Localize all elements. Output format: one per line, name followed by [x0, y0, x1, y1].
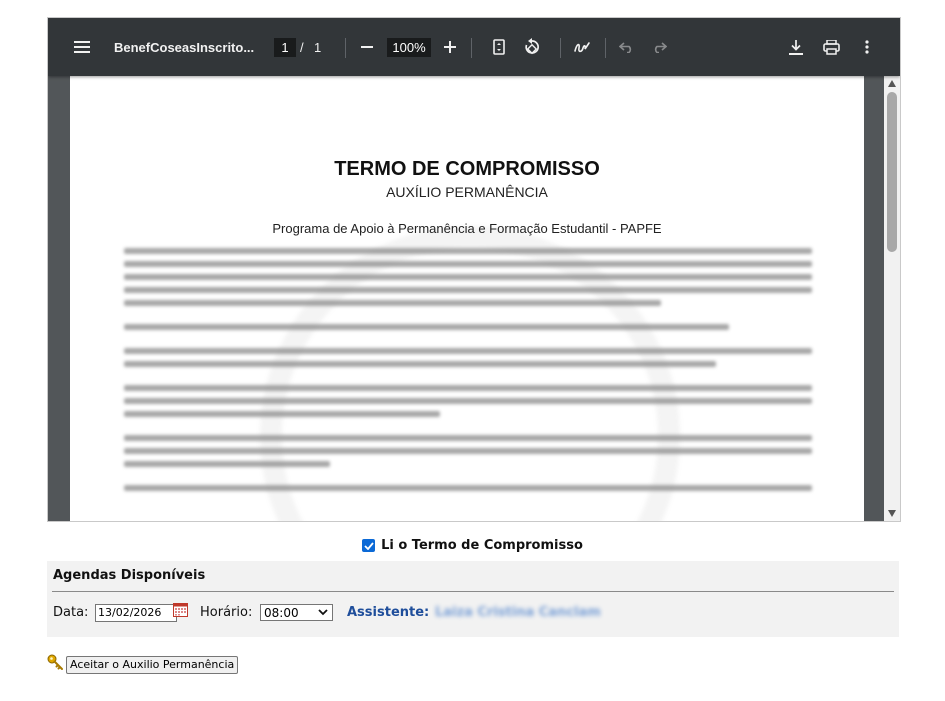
fit-page-icon[interactable] [489, 18, 509, 76]
page-separator: / [300, 39, 304, 55]
time-select-value: 08:00 [264, 606, 299, 620]
document-body-blurred [124, 248, 812, 518]
time-label: Horário: [200, 605, 253, 620]
draw-icon[interactable] [571, 18, 593, 76]
page-number-input[interactable]: 1 [274, 38, 296, 57]
zoom-input[interactable]: 100% [387, 38, 431, 57]
chevron-down-icon [318, 609, 328, 616]
pdf-page: TERMO DE COMPROMISSO AUXÍLIO PERMANÊNCIA… [70, 76, 864, 521]
date-label: Data: [53, 605, 89, 620]
toolbar-divider [345, 38, 346, 58]
download-icon[interactable] [785, 18, 807, 76]
toolbar-divider [605, 38, 606, 58]
time-select[interactable]: 08:00 [260, 604, 333, 621]
undo-icon[interactable] [617, 18, 637, 76]
page-total: 1 [314, 39, 322, 55]
scroll-thumb[interactable] [887, 92, 897, 252]
agendas-title: Agendas Disponíveis [53, 568, 206, 583]
checkmark-icon [363, 541, 374, 550]
zoom-out-icon[interactable] [357, 18, 377, 76]
assistant-name: Laiza Cristina Canclam [435, 605, 601, 620]
assistant-label: Assistente: [347, 605, 430, 620]
toolbar-divider [471, 38, 472, 58]
agendas-divider [52, 591, 894, 592]
scroll-down-icon[interactable] [888, 510, 896, 517]
more-icon[interactable] [856, 18, 878, 76]
rotate-icon[interactable] [521, 18, 543, 76]
calendar-icon[interactable] [173, 602, 188, 617]
print-icon[interactable] [820, 18, 842, 76]
accept-row: Aceitar o Auxilio Permanência [47, 654, 239, 674]
document-subheading: AUXÍLIO PERMANÊNCIA [386, 184, 548, 200]
read-terms-label[interactable]: Li o Termo de Compromisso [381, 538, 583, 553]
zoom-in-icon[interactable] [440, 18, 460, 76]
pdf-toolbar: BenefCoseasInscrito... 1 / 1 100% [48, 18, 900, 76]
key-icon [47, 654, 63, 670]
document-filename: BenefCoseasInscrito... [114, 39, 255, 55]
agendas-panel: Agendas Disponíveis Data: 13/02/2026 Hor… [47, 561, 899, 637]
accept-aid-button[interactable]: Aceitar o Auxilio Permanência [66, 656, 239, 674]
pdf-page-area[interactable]: TERMO DE COMPROMISSO AUXÍLIO PERMANÊNCIA… [48, 76, 884, 521]
redo-icon[interactable] [649, 18, 669, 76]
document-heading: TERMO DE COMPROMISSO [334, 158, 600, 180]
scroll-up-icon[interactable] [888, 80, 896, 87]
read-terms-checkbox[interactable] [362, 539, 376, 552]
document-program-title: Programa de Apoio à Permanência e Formaç… [272, 221, 662, 236]
pdf-scrollbar[interactable] [884, 76, 900, 521]
date-input[interactable]: 13/02/2026 [95, 604, 177, 622]
toolbar-divider [560, 38, 561, 58]
pdf-viewer: BenefCoseasInscrito... 1 / 1 100% TERMO … [47, 17, 901, 522]
read-terms-row: Li o Termo de Compromisso [0, 538, 945, 553]
menu-icon[interactable] [72, 18, 92, 76]
